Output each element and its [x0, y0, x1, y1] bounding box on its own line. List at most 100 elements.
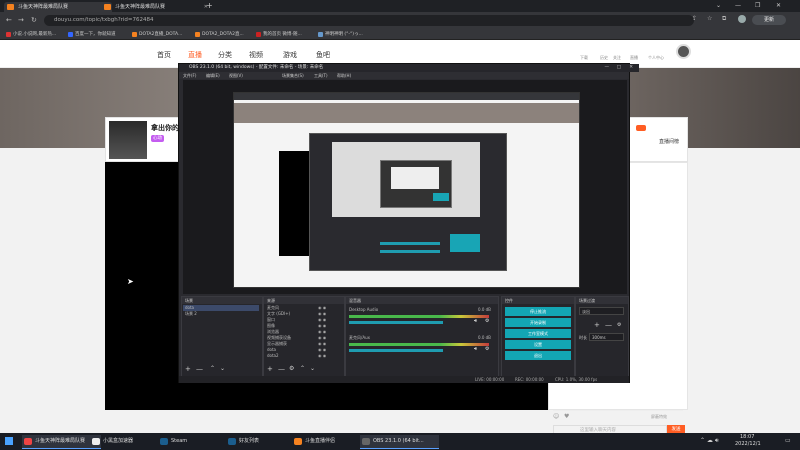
- move-down-icon[interactable]: ⌄: [220, 365, 225, 372]
- taskbar-item-obs[interactable]: OBS 23.1.0 (64 bit...: [360, 435, 439, 449]
- douyu-favicon-icon: [7, 4, 14, 10]
- windows-start-icon[interactable]: [5, 437, 13, 445]
- settings-button[interactable]: 设置: [505, 340, 571, 349]
- nav-home[interactable]: 首页: [157, 50, 171, 60]
- nav-game[interactable]: 游戏: [283, 50, 297, 60]
- clock-date[interactable]: 2022/12/1: [735, 441, 761, 447]
- volume-slider[interactable]: [349, 349, 443, 352]
- menu-help[interactable]: 帮助(H): [337, 72, 351, 79]
- emoji-icon[interactable]: ☺: [553, 413, 559, 420]
- maximize-icon[interactable]: □: [617, 64, 621, 72]
- notification-icon[interactable]: ▭: [785, 437, 791, 444]
- nav-category[interactable]: 分类: [218, 50, 232, 60]
- duration-input[interactable]: 300ms: [589, 333, 624, 341]
- obs-titlebar: OBS 23.1.0 (64 bit, windows) - 配置文件: 未命名…: [179, 64, 639, 72]
- captured-meter: [380, 250, 440, 253]
- scene-item[interactable]: 场景 2: [185, 311, 197, 317]
- extensions-icon[interactable]: ⧉: [722, 15, 726, 23]
- gift-icon[interactable]: [636, 125, 646, 131]
- duration-label: 时长: [579, 335, 587, 340]
- browser-tab-strip: 斗鱼天神阵最难局队赛 ✕ 斗鱼天神阵最难局队赛 ✕ + ⌄ — ❐ ✕: [0, 0, 800, 12]
- clock-time[interactable]: 18:07: [740, 434, 754, 440]
- remove-icon[interactable]: —: [196, 365, 203, 373]
- menu-scene-collection[interactable]: 场景集合(S): [282, 72, 304, 79]
- move-down-icon[interactable]: ⌄: [310, 365, 315, 372]
- share-icon[interactable]: ⇪: [692, 15, 697, 22]
- back-icon[interactable]: ←: [6, 15, 12, 25]
- bookmark-item[interactable]: 小说.小说网,最新热...: [6, 30, 56, 39]
- header-live[interactable]: 直播: [630, 55, 638, 61]
- mouse-cursor-icon: ➤: [127, 277, 134, 286]
- gear-icon[interactable]: ⚙: [485, 318, 489, 324]
- block-effects-checkbox[interactable]: 屏蔽特效: [651, 414, 667, 420]
- maximize-icon[interactable]: ❐: [755, 0, 760, 12]
- gear-icon[interactable]: ⚙: [617, 322, 621, 328]
- bookmark-item[interactable]: DOTA2_DOTA2直...: [195, 30, 244, 39]
- header-history[interactable]: 历史: [600, 55, 608, 61]
- header-follow[interactable]: 关注: [613, 55, 621, 61]
- remove-icon[interactable]: —: [605, 321, 612, 329]
- fan-badge-icon[interactable]: ♥: [564, 413, 569, 420]
- nav-fishbar[interactable]: 鱼吧: [316, 50, 330, 60]
- close-icon[interactable]: ✕: [629, 64, 633, 72]
- header-user[interactable]: 个人中心: [648, 55, 664, 61]
- volume-slider[interactable]: [349, 321, 443, 324]
- address-bar[interactable]: douyu.com/topic/txbgh?rid=762484: [44, 15, 694, 26]
- reload-icon[interactable]: ↻: [31, 15, 37, 25]
- user-avatar[interactable]: [676, 44, 691, 59]
- profile-avatar[interactable]: [738, 15, 746, 23]
- chevron-down-icon[interactable]: ⌄: [716, 0, 721, 12]
- divider: [553, 410, 683, 411]
- bookmark-item[interactable]: 神明神明 (°-°)っ...: [318, 30, 363, 39]
- close-window-icon[interactable]: ✕: [776, 0, 781, 12]
- browser-tab[interactable]: 斗鱼天神阵最难局队赛 ✕: [101, 2, 211, 12]
- obs-menubar: 文件(F) 编辑(E) 视图(V) 场景集合(S) 工具(T) 帮助(H): [179, 72, 629, 79]
- nav-video[interactable]: 视频: [249, 50, 263, 60]
- source-item[interactable]: dota2: [267, 353, 279, 359]
- cpu-fps: CPU: 1.0%, 30.00 fps: [555, 377, 598, 382]
- start-recording-button[interactable]: 开始录制: [505, 318, 571, 327]
- captured-teal-block: [433, 193, 449, 201]
- bookmark-item[interactable]: DOTA2直播_DOTA...: [132, 30, 182, 39]
- speaker-icon[interactable]: 🔊︎: [474, 346, 477, 352]
- transition-type-select[interactable]: 淡出: [579, 307, 624, 315]
- tray-icons[interactable]: ⌃ ☁ 🔊︎: [700, 437, 719, 445]
- minimize-icon[interactable]: —: [605, 64, 610, 72]
- new-tab-button[interactable]: +: [206, 0, 213, 11]
- move-up-icon[interactable]: ⌃: [300, 365, 305, 372]
- captured-controls: [450, 234, 480, 252]
- forward-icon[interactable]: →: [18, 15, 24, 25]
- audio-meter: [349, 315, 489, 318]
- stop-streaming-button[interactable]: 停止推流: [505, 307, 571, 316]
- mixer-channel-name: 麦克风/Aux: [349, 335, 370, 340]
- visibility-eye-icon[interactable]: ◉ ◉ ◉ ◉ ◉ ◉ ◉ ◉ ◉ ◉ ◉ ◉ ◉ ◉ ◉ ◉ ◉ ◉: [318, 305, 326, 359]
- menu-tools[interactable]: 工具(T): [314, 72, 328, 79]
- header-download[interactable]: 下载: [580, 55, 588, 61]
- obs-preview[interactable]: [183, 80, 627, 294]
- menu-file[interactable]: 文件(F): [183, 72, 196, 79]
- exit-button[interactable]: 退出: [505, 351, 571, 360]
- menu-edit[interactable]: 编辑(E): [206, 72, 220, 79]
- captured-meter: [380, 242, 440, 245]
- room-title: 拿出你的: [151, 124, 179, 132]
- chat-rank-label[interactable]: 直播间榜: [659, 138, 679, 145]
- nav-live[interactable]: 直播: [188, 50, 202, 60]
- move-up-icon[interactable]: ⌃: [210, 365, 215, 372]
- add-icon[interactable]: +: [185, 365, 191, 373]
- add-icon[interactable]: +: [267, 365, 273, 373]
- streamer-avatar[interactable]: [109, 121, 147, 159]
- update-button[interactable]: 更新: [752, 15, 786, 25]
- bookmark-item[interactable]: 我的首页 微博-随...: [256, 30, 302, 39]
- bookmark-item[interactable]: 百度一下，你就知道: [68, 30, 116, 39]
- captured-obs-window: [309, 133, 507, 271]
- minimize-icon[interactable]: —: [735, 0, 741, 12]
- speaker-icon[interactable]: 🔊︎: [474, 318, 477, 324]
- gear-icon[interactable]: ⚙: [289, 365, 294, 372]
- gear-icon[interactable]: ⚙: [485, 346, 489, 352]
- remove-icon[interactable]: —: [278, 365, 285, 373]
- menu-view[interactable]: 视图(V): [229, 72, 243, 79]
- browser-tab-active[interactable]: 斗鱼天神阵最难局队赛 ✕: [4, 2, 112, 12]
- add-icon[interactable]: +: [594, 321, 600, 329]
- studio-mode-button[interactable]: 工作室模式: [505, 329, 571, 338]
- bookmark-star-icon[interactable]: ☆: [707, 15, 712, 22]
